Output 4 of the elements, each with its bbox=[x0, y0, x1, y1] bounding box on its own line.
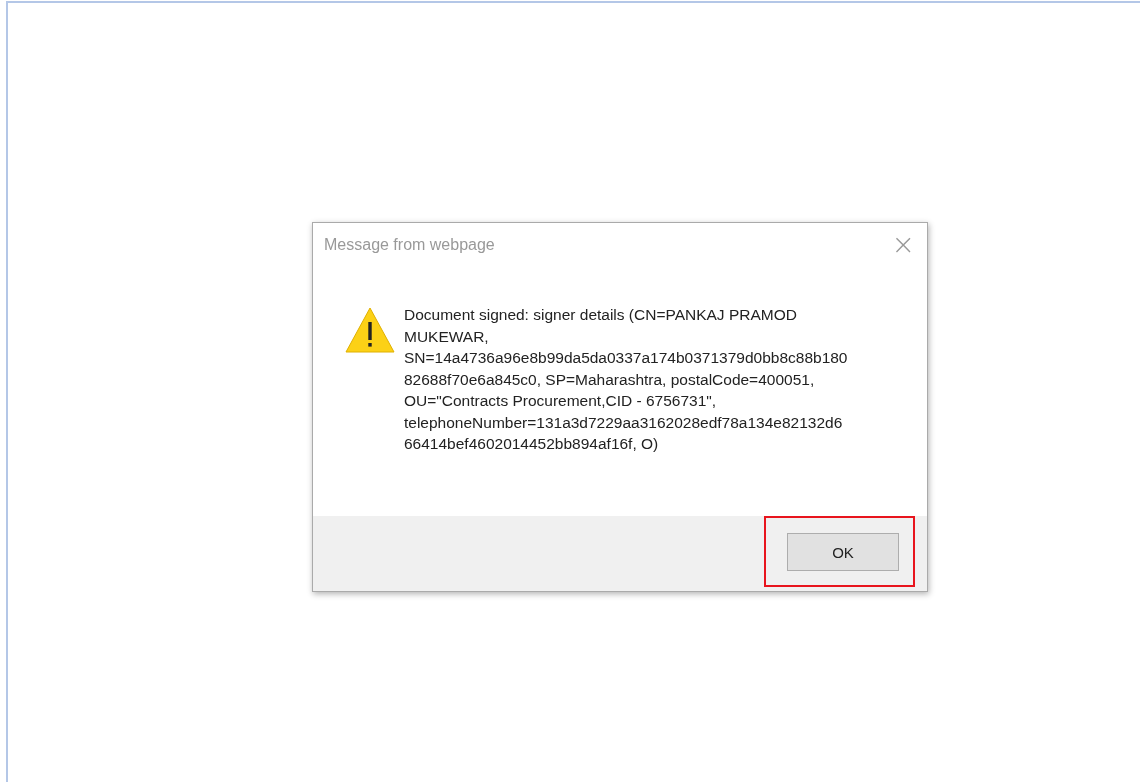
message-text: Document signed: signer details (CN=PANKAJ PRAMOD MUKEWAR, SN=14a4736a96e8b99da5da0337a174b0371379d0bb8c88b180 82688f70e6a845c0, SP=Maharashtra, postalCode=400051, OU="Contracts Procurement,CID - 6756731", telephoneNumber=131a3d7229aa3162028edf78a134e82132d6 66414bef4602014452bb894af16f, O) bbox=[404, 305, 848, 454]
ok-button[interactable]: OK bbox=[787, 533, 899, 571]
warning-icon bbox=[345, 307, 395, 353]
dialog-title: Message from webpage bbox=[324, 236, 495, 254]
